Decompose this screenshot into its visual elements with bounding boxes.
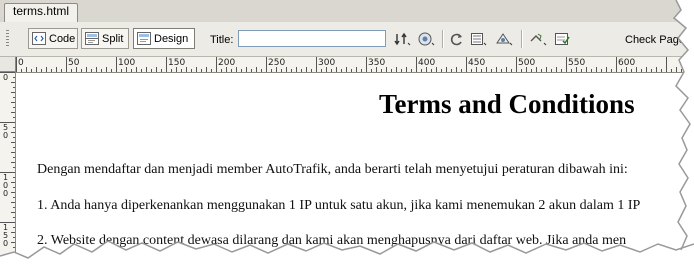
- ruler-label: 300: [318, 58, 336, 68]
- document-toolbar: Code Split Design Title: Check Page: [0, 22, 694, 57]
- ruler-label: 100: [118, 58, 136, 68]
- ruler-label: 1 0 0: [2, 173, 9, 198]
- title-label: Title:: [210, 34, 234, 46]
- ruler-label: 0: [2, 73, 9, 82]
- vertical-ruler[interactable]: 0 5 0 1 0 0 1 5 0: [0, 72, 16, 266]
- ruler-label: 500: [518, 58, 536, 68]
- document-tab-terms-html[interactable]: terms.html: [4, 3, 79, 22]
- ruler-label: 350: [368, 58, 386, 68]
- design-view-button[interactable]: Design: [133, 28, 195, 49]
- design-view-icon: [137, 32, 151, 45]
- view-options-icon[interactable]: [470, 30, 488, 48]
- ruler-label: 200: [218, 58, 236, 68]
- code-view-label: Code: [49, 32, 76, 45]
- split-view-icon: [85, 32, 99, 45]
- ruler-label: 600: [618, 58, 636, 68]
- code-view-icon: [32, 32, 46, 45]
- file-management-icon[interactable]: [393, 30, 411, 48]
- ruler-label: 400: [418, 58, 436, 68]
- preview-browser-icon[interactable]: [417, 30, 435, 48]
- validate-markup-icon[interactable]: [529, 30, 547, 48]
- ruler-origin[interactable]: [0, 57, 16, 72]
- design-view-label: Design: [154, 32, 189, 45]
- page-heading: Terms and Conditions: [379, 89, 635, 119]
- ruler-label: 5 0: [2, 123, 9, 140]
- toolbar-separator: [521, 30, 523, 48]
- document-tab-strip: terms.html: [0, 0, 694, 23]
- title-input[interactable]: [238, 30, 386, 47]
- design-view-canvas[interactable]: Terms and Conditions Dengan mendaftar da…: [17, 73, 694, 266]
- list-item: 2. Website dengan content dewasa dilaran…: [37, 233, 627, 248]
- code-view-button[interactable]: Code: [28, 28, 78, 49]
- list-item: 1. Anda hanya diperkenankan menggunakan …: [37, 198, 641, 213]
- check-page-icon[interactable]: [554, 30, 572, 48]
- ruler-label: 450: [468, 58, 486, 68]
- split-view-label: Split: [102, 32, 124, 45]
- ruler-label: 550: [568, 58, 586, 68]
- check-page-label[interactable]: Check Page: [625, 34, 685, 46]
- ruler-label: 0: [18, 58, 24, 68]
- ruler-label: 250: [268, 58, 286, 68]
- ruler-label: 150: [168, 58, 186, 68]
- toolbar-grip-handle[interactable]: [6, 30, 9, 48]
- split-view-button[interactable]: Split: [81, 28, 129, 49]
- toolbar-separator: [442, 30, 444, 48]
- refresh-icon[interactable]: [448, 30, 466, 48]
- horizontal-ruler[interactable]: 0 50 100 150 200 250 300 350 400 450 500 550 600: [16, 57, 694, 73]
- dreamweaver-document-window: terms.html Code Split Design Title: Chec…: [0, 0, 694, 266]
- intro-paragraph: Dengan mendaftar dan menjadi member Auto…: [37, 162, 628, 177]
- ruler-label: 1 5 0: [2, 223, 9, 248]
- ruler-label: 50: [68, 58, 80, 68]
- visual-aids-icon[interactable]: [495, 30, 513, 48]
